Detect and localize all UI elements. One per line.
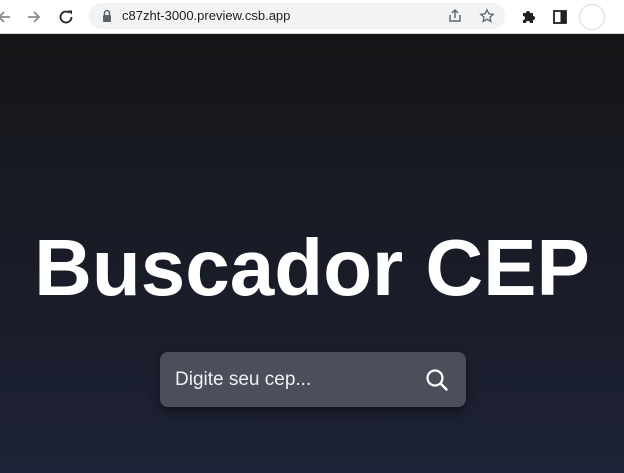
search-box (160, 352, 466, 407)
share-icon[interactable] (447, 8, 463, 24)
search-button[interactable] (424, 367, 450, 393)
extensions-button[interactable] (516, 5, 540, 29)
side-panel-icon (553, 10, 567, 24)
page-viewport: Buscador CEP (0, 34, 624, 473)
star-icon[interactable] (479, 8, 495, 24)
profile-avatar[interactable] (579, 4, 605, 30)
cep-search-input[interactable] (160, 352, 410, 407)
search-icon (426, 369, 448, 391)
page-title: Buscador CEP (34, 223, 590, 312)
reload-button[interactable] (54, 5, 78, 29)
puzzle-extension-icon (523, 11, 535, 23)
address-bar[interactable]: c87zht-3000.preview.csb.app (89, 3, 505, 29)
back-arrow-icon (0, 11, 10, 23)
browser-toolbar: c87zht-3000.preview.csb.app (0, 0, 624, 34)
reload-icon (59, 10, 73, 24)
url-text: c87zht-3000.preview.csb.app (122, 8, 291, 23)
forward-arrow-icon (28, 11, 41, 23)
side-panel-button[interactable] (548, 5, 572, 29)
lock-icon[interactable] (99, 8, 115, 24)
back-button[interactable] (0, 5, 16, 29)
forward-button[interactable] (22, 5, 46, 29)
